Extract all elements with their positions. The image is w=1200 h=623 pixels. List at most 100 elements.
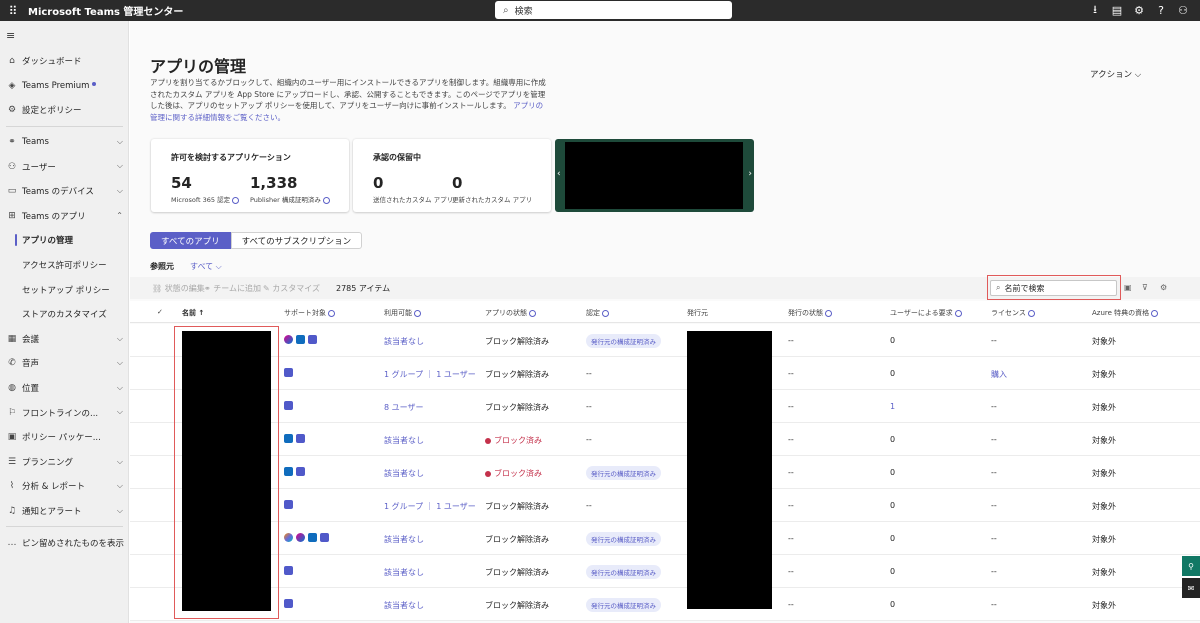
info-icon[interactable] <box>322 196 330 204</box>
column-header-license[interactable]: ライセンス <box>991 308 1035 318</box>
customize-button[interactable]: ✎ カスタマイズ <box>263 283 320 294</box>
sidebar-item-manage-apps[interactable]: アプリの管理 <box>0 228 129 253</box>
availability-cell[interactable]: 該当者なし <box>384 336 424 347</box>
sidebar-item-locations[interactable]: ◍ 位置 ⌵ <box>0 376 129 401</box>
add-to-team-button[interactable]: ⚭ チームに追加 <box>204 283 261 294</box>
table-row[interactable]: teams 1 グループ ｜ 1 ユーザーブロック解除済み -- -- 0 購入 対象外 <box>130 357 1200 390</box>
availability-cell[interactable]: 該当者なし <box>384 468 424 479</box>
teams-icon: teams <box>308 335 317 344</box>
table-row[interactable]: outlookteams 該当者なし ブロック済み -- -- 0 -- 対象外 <box>130 423 1200 456</box>
table-row[interactable]: outlookteams 該当者なし ブロック済み 発行元の構成証明済み -- 0 -- 対象… <box>130 456 1200 489</box>
app-status-cell: ブロック済み <box>485 435 542 446</box>
table-row[interactable]: m365outlookteams 該当者なし ブロック解除済み 発行元の構成証明済み -… <box>130 324 1200 357</box>
sidebar-item-notifications[interactable]: ♫ 通知とアラート ⌵ <box>0 499 129 524</box>
license-cell[interactable]: 購入 <box>991 369 1007 380</box>
global-search-input[interactable]: ⌕ 検索 <box>495 1 732 19</box>
more-icon: … <box>7 537 17 548</box>
column-header-name[interactable]: 名前 ↑ <box>182 308 204 318</box>
info-icon[interactable] <box>232 196 240 204</box>
source-filter-dropdown[interactable]: すべて ⌵ <box>182 262 222 271</box>
sidebar-item-teams[interactable]: ⚭ Teams ⌵ <box>0 130 129 155</box>
column-header-user-requests[interactable]: ユーザーによる要求 <box>890 308 962 318</box>
column-header-app-status[interactable]: アプリの状態 <box>485 308 536 318</box>
column-header-certification[interactable]: 認定 <box>586 308 609 318</box>
sidebar-item-teams-premium[interactable]: ◈ Teams Premium <box>0 74 129 99</box>
select-all-checkbox[interactable]: ✓ <box>157 308 163 316</box>
gear-icon[interactable]: ⚙ <box>1128 4 1150 17</box>
gear-icon[interactable]: ⚙ <box>1160 283 1167 292</box>
license-cell: -- <box>991 600 997 609</box>
sidebar-item-settings[interactable]: ⚙ 設定とポリシー <box>0 98 129 123</box>
actions-menu-button[interactable]: アクション ⌵ <box>1090 68 1141 80</box>
column-header-publishing-status[interactable]: 発行の状態 <box>788 308 832 318</box>
sidebar-item-planning[interactable]: ☰ プランニング ⌵ <box>0 450 129 475</box>
highlight-box <box>174 326 279 619</box>
teams-icon: teams <box>284 599 293 608</box>
page-description: アプリを割り当てるかブロックして、組織内のユーザー用にインストールできるアプリを… <box>150 78 546 122</box>
sidebar-item-frontline[interactable]: ⚐ フロントラインの... ⌵ <box>0 400 129 425</box>
publisher-attested-stat[interactable]: 1,338 Publisher 構成証明済み <box>250 174 330 204</box>
chevron-left-icon[interactable]: ‹ <box>557 169 561 179</box>
teams-icon: teams <box>296 434 305 443</box>
account-icon[interactable]: ⚇ <box>1172 4 1194 17</box>
sidebar-item-show-pinned[interactable]: … ピン留めされたものを表示 <box>0 530 129 555</box>
teams-icon: teams <box>284 401 293 410</box>
m365-certified-stat[interactable]: 54 Microsoft 365 認定 <box>171 174 240 204</box>
column-header-availability[interactable]: 利用可能 <box>384 308 421 318</box>
sidebar-item-customize-store[interactable]: ストアのカスタマイズ <box>0 302 129 327</box>
sidebar-item-analytics[interactable]: ⌇ 分析 & レポート ⌵ <box>0 474 129 499</box>
sidebar-item-users[interactable]: ⚇ ユーザー ⌵ <box>0 154 129 179</box>
screen-icon[interactable]: ▤ <box>1106 4 1128 17</box>
excel-export-icon[interactable]: ▣ <box>1124 283 1132 292</box>
column-header-azure-benefit[interactable]: Azure 特典の資格 <box>1092 308 1159 318</box>
app-launcher-icon[interactable]: ⠿ <box>4 4 22 18</box>
availability-cell[interactable]: 該当者なし <box>384 600 424 611</box>
sidebar-item-policy-packages[interactable]: ▣ ポリシー パッケー... <box>0 425 129 450</box>
help-icon[interactable]: ? <box>1150 4 1172 17</box>
availability-cell[interactable]: 1 グループ ｜ 1 ユーザー <box>384 369 476 380</box>
submitted-custom-apps-stat[interactable]: 0 送信されたカスタム アプリ <box>373 174 453 204</box>
sidebar-item-teams-apps[interactable]: ⊞ Teams のアプリ ⌃ <box>0 204 129 229</box>
column-header-publisher[interactable]: 発行元 <box>687 308 708 318</box>
hamburger-icon[interactable]: ≡ <box>6 29 15 42</box>
tab-all-apps[interactable]: すべてのアプリ <box>150 232 231 249</box>
app-status-cell: ブロック済み <box>485 468 542 479</box>
chevron-right-icon[interactable]: › <box>748 169 752 179</box>
user-requests-cell[interactable]: 1 <box>890 402 895 411</box>
sidebar-item-voice[interactable]: ✆ 音声 ⌵ <box>0 351 129 376</box>
sidebar-item-meetings[interactable]: ▦ 会議 ⌵ <box>0 327 129 352</box>
download-icon[interactable]: ⭳ <box>1084 1 1106 20</box>
edit-status-button[interactable]: ⛓ 状態の編集 <box>152 283 205 294</box>
feedback-icon[interactable]: ✉ <box>1182 578 1200 598</box>
availability-cell[interactable]: 該当者なし <box>384 534 424 545</box>
info-icon <box>954 309 962 317</box>
info-icon <box>602 309 609 317</box>
sidebar-item-dashboard[interactable]: ⌂ ダッシュボード <box>0 49 129 74</box>
column-header-supported[interactable]: サポート対象 <box>284 308 335 318</box>
table-row[interactable]: copilotm365outlookteams 該当者なし ブロック解除済み 発行元の… <box>130 522 1200 555</box>
divider <box>6 526 123 528</box>
availability-cell[interactable]: 8 ユーザー <box>384 402 423 413</box>
location-icon[interactable]: ⚲ <box>1182 556 1200 576</box>
chevron-down-icon: ⌵ <box>116 456 123 466</box>
user-requests-cell: 0 <box>890 369 896 378</box>
availability-cell[interactable]: 1 グループ ｜ 1 ユーザー <box>384 501 476 512</box>
azure-benefit-cell: 対象外 <box>1092 601 1116 610</box>
sidebar-item-devices[interactable]: ▭ Teams のデバイス ⌵ <box>0 179 129 204</box>
publishing-status-cell: -- <box>788 501 794 510</box>
table-row[interactable]: teams 1 グループ ｜ 1 ユーザーブロック解除済み -- -- 0 -- 対象外 <box>130 489 1200 522</box>
license-cell: -- <box>991 336 997 345</box>
sidebar-item-setup-policies[interactable]: セットアップ ポリシー <box>0 277 129 302</box>
table-row[interactable]: teams 該当者なし ブロック解除済み 発行元の構成証明済み -- 0 -- 対象外 <box>130 555 1200 588</box>
availability-cell[interactable]: 該当者なし <box>384 435 424 446</box>
updated-custom-apps-stat[interactable]: 0 更新されたカスタム アプリ <box>452 174 532 204</box>
table-row[interactable]: teams 8 ユーザー ブロック解除済み -- -- 1 -- 対象外 <box>130 390 1200 423</box>
table-row[interactable]: teams 該当者なし ブロック解除済み 発行元の構成証明済み -- 0 -- 対象外 <box>130 588 1200 621</box>
sidebar-item-permission-policies[interactable]: アクセス許可ポリシー <box>0 253 129 278</box>
user-requests-cell: 0 <box>890 567 896 576</box>
filter-icon[interactable]: ⊽ <box>1142 283 1148 292</box>
tab-all-subscriptions[interactable]: すべてのサブスクリプション <box>230 232 363 249</box>
m365-icon: m365 <box>296 533 305 542</box>
license-cell: -- <box>991 567 997 576</box>
availability-cell[interactable]: 該当者なし <box>384 567 424 578</box>
